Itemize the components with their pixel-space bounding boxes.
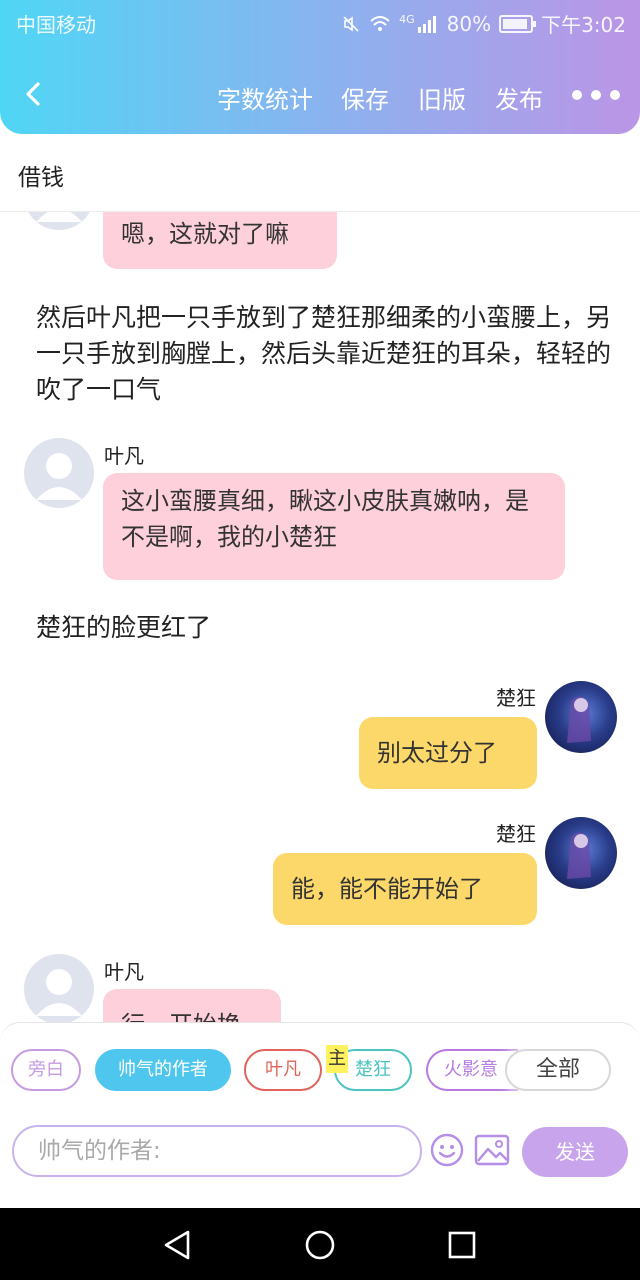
chip-label: 楚狂 bbox=[355, 1059, 391, 1080]
protagonist-badge: 主 bbox=[326, 1045, 348, 1073]
message-text: 这小蛮腰真细，瞅这小皮肤真嫩呐，是不是啊，我的小楚狂 bbox=[121, 487, 529, 551]
chat-area[interactable]: 嗯，这就对了嘛 然后叶凡把一只手放到了楚狂那细柔的小蛮腰上，另一只手放到胸膛上，… bbox=[0, 212, 640, 1022]
chip-label: 帅气的作者 bbox=[118, 1059, 208, 1080]
battery-icon bbox=[499, 14, 537, 33]
message-text: 嗯，这就对了嘛 bbox=[121, 220, 289, 248]
status-indicators: 4G 80% 下午3:02 bbox=[341, 9, 626, 38]
carrier-label: 中国移动 bbox=[16, 13, 96, 37]
save-button[interactable]: 保存 bbox=[341, 80, 389, 115]
image-icon[interactable] bbox=[474, 1133, 510, 1167]
chip-label: 火影意 bbox=[444, 1059, 498, 1080]
all-roles-button[interactable]: 全部 bbox=[505, 1049, 611, 1091]
message-text: 别太过分了 bbox=[377, 739, 497, 767]
sender-name: 楚狂 bbox=[496, 686, 536, 710]
role-chip-narrator[interactable]: 旁白 bbox=[11, 1049, 81, 1091]
status-bar: 中国移动 4G 80% 下午3:02 bbox=[0, 0, 640, 44]
role-chip-author[interactable]: 帅气的作者 bbox=[95, 1049, 231, 1091]
chat-bubble[interactable]: 行，开始换 bbox=[103, 989, 281, 1022]
clock: 下午3:02 bbox=[541, 13, 626, 37]
input-placeholder: 帅气的作者: bbox=[38, 1138, 161, 1164]
publish-button[interactable]: 发布 bbox=[495, 80, 543, 115]
avatar-default[interactable] bbox=[24, 212, 94, 230]
nav-home-icon[interactable] bbox=[302, 1228, 338, 1262]
story-title: 借钱 bbox=[18, 165, 64, 191]
signal-icon bbox=[417, 15, 436, 33]
chat-bubble[interactable]: 能，能不能开始了 bbox=[273, 853, 537, 925]
header-actions: 字数统计 保存 旧版 发布 bbox=[0, 80, 640, 114]
avatar-character[interactable] bbox=[545, 817, 617, 889]
avatar-character[interactable] bbox=[545, 681, 617, 753]
story-title-row[interactable]: 借钱 bbox=[0, 134, 640, 212]
chat-bubble[interactable]: 别太过分了 bbox=[359, 717, 537, 789]
more-button[interactable] bbox=[572, 90, 620, 100]
word-count-button[interactable]: 字数统计 bbox=[217, 80, 313, 115]
network-type: 4G bbox=[399, 13, 415, 26]
nav-recents-icon[interactable] bbox=[444, 1228, 480, 1262]
battery-percent: 80% bbox=[446, 11, 492, 36]
chip-label: 叶凡 bbox=[265, 1059, 301, 1080]
narration-text[interactable]: 然后叶凡把一只手放到了楚狂那细柔的小蛮腰上，另一只手放到胸膛上，然后头靠近楚狂的… bbox=[36, 300, 612, 408]
chip-label: 旁白 bbox=[28, 1059, 64, 1080]
role-chip-yefan[interactable]: 叶凡 bbox=[244, 1049, 322, 1091]
wifi-icon bbox=[370, 15, 390, 31]
system-nav-bar bbox=[0, 1208, 640, 1280]
message-text: 能，能不能开始了 bbox=[291, 875, 483, 903]
narration-text[interactable]: 楚狂的脸更红了 bbox=[36, 610, 612, 646]
sender-name: 叶凡 bbox=[104, 444, 144, 468]
app-screen: 中国移动 4G 80% 下午3:02 字数统计 保存 旧版 发布 借钱 嗯，这就… bbox=[0, 0, 640, 1280]
nav-back-icon[interactable] bbox=[160, 1228, 196, 1262]
header-bar: 中国移动 4G 80% 下午3:02 字数统计 保存 旧版 发布 bbox=[0, 0, 640, 134]
chip-label: 全部 bbox=[535, 1057, 580, 1082]
chat-bubble[interactable]: 嗯，这就对了嘛 bbox=[103, 212, 337, 269]
message-text: 行，开始换 bbox=[121, 1011, 241, 1022]
chat-bubble[interactable]: 这小蛮腰真细，瞅这小皮肤真嫩呐，是不是啊，我的小楚狂 bbox=[103, 473, 565, 580]
old-version-button[interactable]: 旧版 bbox=[418, 80, 466, 115]
message-input[interactable]: 帅气的作者: bbox=[12, 1125, 422, 1177]
sender-name: 叶凡 bbox=[104, 960, 144, 984]
compose-panel: 旁白 帅气的作者 叶凡 楚狂 主 火影意 全部 帅气的作者: 发送 bbox=[0, 1022, 640, 1182]
more-dot-icon bbox=[610, 90, 620, 100]
avatar-default[interactable] bbox=[24, 438, 94, 508]
more-dot-icon bbox=[591, 90, 601, 100]
mute-icon bbox=[343, 15, 359, 32]
emoji-icon[interactable] bbox=[430, 1133, 464, 1167]
send-button[interactable]: 发送 bbox=[522, 1127, 628, 1177]
avatar-default[interactable] bbox=[24, 954, 94, 1022]
sender-name: 楚狂 bbox=[496, 822, 536, 846]
more-dot-icon bbox=[572, 90, 582, 100]
